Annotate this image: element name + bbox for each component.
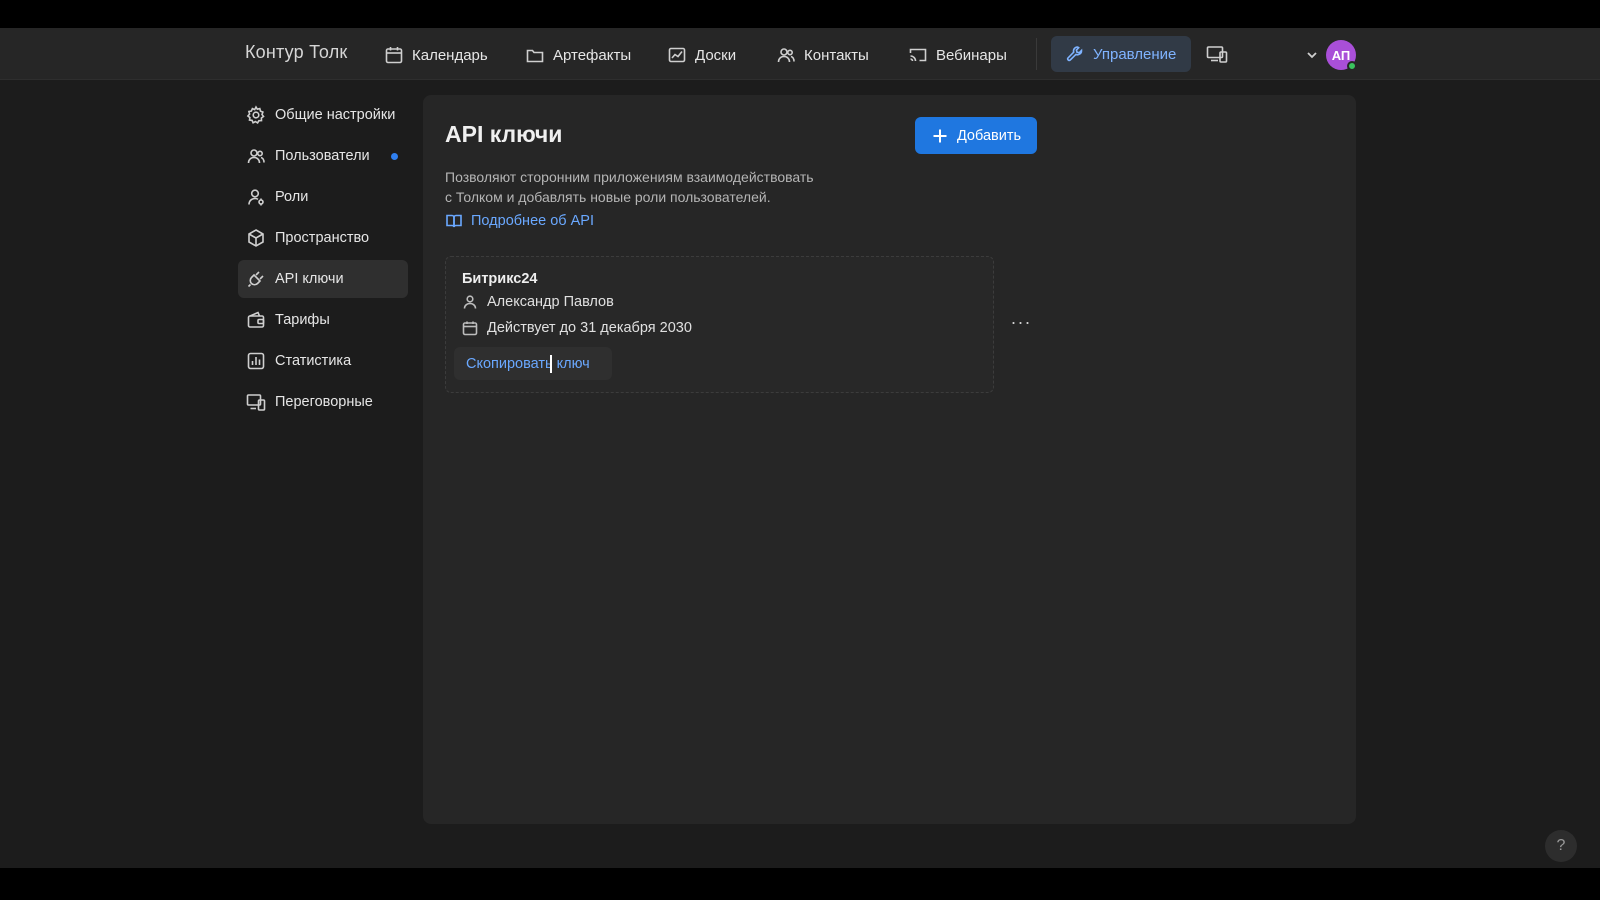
sidebar-item-space[interactable]: Пространство <box>238 219 408 257</box>
sidebar-item-label: Общие настройки <box>275 107 396 123</box>
gear-icon <box>246 105 265 124</box>
nav-divider <box>1036 38 1037 70</box>
sidebar-item-roles[interactable]: Роли <box>238 178 408 216</box>
sidebar-item-label: Пространство <box>275 230 370 246</box>
api-key-name: Битрикс24 <box>462 271 538 287</box>
sidebar-item-meeting-rooms[interactable]: Переговорные <box>238 383 408 421</box>
cast-icon <box>909 48 927 62</box>
nav-calendar[interactable]: Календарь <box>384 42 488 68</box>
contacts-icon <box>777 48 795 63</box>
book-icon <box>446 214 462 228</box>
online-status-dot <box>1347 61 1357 71</box>
api-key-card: Битрикс24 Александр Павлов Действует до … <box>445 256 994 393</box>
devices-icon <box>246 394 266 411</box>
add-button-label: Добавить <box>956 127 1022 144</box>
chart-icon <box>247 352 265 370</box>
sidebar-item-label: Переговорные <box>275 394 373 410</box>
account-dropdown[interactable] <box>1306 48 1318 66</box>
wrench-icon <box>1066 46 1083 62</box>
user-icon <box>463 295 477 309</box>
copy-key-button-label: Скопировать ключ <box>466 355 590 372</box>
nav-calendar-label: Календарь <box>412 46 488 64</box>
api-key-owner: Александр Павлов <box>487 294 614 310</box>
wallet-icon <box>247 311 265 328</box>
calendar-icon <box>385 47 403 64</box>
sidebar-item-label: Роли <box>275 189 309 205</box>
description-line: с Толком и добавлять новые роли пользова… <box>445 188 771 205</box>
sidebar-item-label: Статистика <box>275 353 352 369</box>
top-navigation-bar: Контур Толк Календарь Артефакты Доски Ко… <box>0 28 1600 80</box>
api-key-owner-row: Александр Павлов <box>462 294 614 310</box>
notification-dot <box>391 153 398 160</box>
nav-management-label: Управление <box>1093 45 1177 63</box>
api-keys-panel: API ключи Добавить Позволяют сторонним п… <box>423 95 1356 824</box>
sidebar-item-api-keys[interactable]: API ключи <box>238 260 408 298</box>
calendar-icon <box>462 321 478 336</box>
copy-key-button[interactable]: Скопировать ключ <box>454 347 612 380</box>
sidebar-item-label: Тарифы <box>275 312 330 328</box>
add-button[interactable]: Добавить <box>915 117 1037 154</box>
settings-sidebar: Общие настройки Пользователи Роли Простр… <box>238 96 408 424</box>
nav-webinars-label: Вебинары <box>936 46 1007 64</box>
users-icon <box>247 149 265 164</box>
sidebar-item-users[interactable]: Пользователи <box>238 137 408 175</box>
nav-boards-label: Доски <box>695 46 737 64</box>
role-icon <box>248 189 264 206</box>
sidebar-item-statistics[interactable]: Статистика <box>238 342 408 380</box>
sidebar-item-tariffs[interactable]: Тарифы <box>238 301 408 339</box>
text-cursor <box>550 355 552 373</box>
plus-icon <box>933 129 947 142</box>
nav-boards[interactable]: Доски <box>667 42 736 68</box>
api-docs-link-label: Подробнее об API <box>471 213 594 229</box>
nav-contacts[interactable]: Контакты <box>776 42 869 68</box>
plug-icon <box>247 271 264 288</box>
chevron-down-icon <box>1307 52 1317 59</box>
api-docs-link[interactable]: Подробнее об API <box>445 212 594 230</box>
api-key-validity-row: Действует до 31 декабря 2030 <box>462 320 692 336</box>
more-options-button[interactable]: ··· <box>1009 310 1033 334</box>
devices-button[interactable] <box>1206 44 1228 69</box>
help-icon: ? <box>1556 837 1566 854</box>
api-key-valid-until: Действует до 31 декабря 2030 <box>487 320 692 336</box>
folder-icon <box>526 49 544 63</box>
avatar-initials: АП <box>1331 47 1351 63</box>
sidebar-item-general-settings[interactable]: Общие настройки <box>238 96 408 134</box>
board-icon <box>668 47 686 63</box>
nav-artifacts-label: Артефакты <box>553 46 632 64</box>
cube-icon <box>248 229 264 247</box>
page-description: Позволяют сторонним приложениям взаимоде… <box>445 168 865 207</box>
nav-management[interactable]: Управление <box>1051 36 1191 72</box>
help-button[interactable]: ? <box>1545 830 1577 862</box>
nav-webinars[interactable]: Вебинары <box>908 42 1007 68</box>
nav-artifacts[interactable]: Артефакты <box>525 42 631 68</box>
nav-contacts-label: Контакты <box>804 46 869 64</box>
sidebar-item-label: Пользователи <box>275 148 370 164</box>
avatar[interactable]: АП <box>1326 40 1357 71</box>
app-window: Контур Толк Календарь Артефакты Доски Ко… <box>0 28 1600 868</box>
page-title: API ключи <box>445 121 563 147</box>
brand-logo[interactable]: Контур Толк <box>245 42 347 63</box>
sidebar-item-label: API ключи <box>275 271 344 287</box>
more-icon: ··· <box>1010 311 1032 332</box>
devices-icon <box>1206 46 1228 63</box>
description-line: Позволяют сторонним приложениям взаимоде… <box>445 169 814 185</box>
